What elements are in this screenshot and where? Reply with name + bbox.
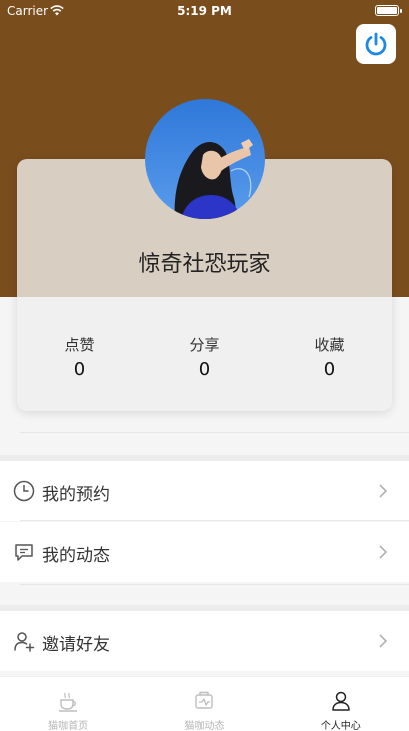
tab-label: 猫咖动态 bbox=[184, 721, 225, 731]
status-time: 5:19 PM bbox=[177, 4, 232, 18]
avatar[interactable] bbox=[145, 99, 265, 219]
menu-label: 我的动态 bbox=[42, 546, 110, 566]
divider bbox=[20, 584, 409, 585]
menu-item-invite-friends[interactable]: 邀请好友 bbox=[0, 611, 409, 671]
menu-label: 我的预约 bbox=[42, 485, 110, 505]
coffee-icon bbox=[59, 692, 78, 712]
add-user-icon bbox=[14, 632, 35, 652]
logout-button[interactable] bbox=[356, 24, 396, 64]
stat-likes[interactable]: 点赞 0 bbox=[17, 334, 142, 384]
tab-bar: 猫咖首页 猫咖动态 个人中心 bbox=[0, 676, 409, 731]
power-icon bbox=[365, 32, 387, 56]
menu-item-appointments[interactable]: 我的预约 bbox=[0, 461, 409, 521]
tab-home[interactable]: 猫咖首页 bbox=[0, 677, 136, 731]
username: 惊奇社恐玩家 bbox=[138, 252, 271, 277]
stat-favorites[interactable]: 收藏 0 bbox=[267, 334, 392, 384]
menu-label: 邀请好友 bbox=[42, 635, 110, 655]
status-bar: Carrier 5:19 PM bbox=[0, 0, 409, 22]
stat-value: 0 bbox=[323, 359, 336, 380]
activity-icon bbox=[195, 691, 214, 709]
divider bbox=[20, 520, 409, 521]
stat-label: 收藏 bbox=[314, 336, 345, 354]
tab-activity[interactable]: 猫咖动态 bbox=[136, 677, 272, 731]
tab-label: 个人中心 bbox=[320, 721, 361, 731]
stat-value: 0 bbox=[198, 359, 211, 380]
stat-label: 点赞 bbox=[64, 336, 95, 354]
stat-shares[interactable]: 分享 0 bbox=[142, 334, 267, 384]
chevron-right-icon bbox=[379, 484, 388, 498]
divider bbox=[20, 432, 409, 433]
message-icon bbox=[15, 544, 33, 561]
user-icon bbox=[332, 691, 350, 711]
clock-icon bbox=[13, 480, 35, 502]
tab-profile[interactable]: 个人中心 bbox=[273, 677, 409, 731]
tab-label: 猫咖首页 bbox=[48, 721, 89, 731]
stat-label: 分享 bbox=[189, 336, 220, 354]
stats-row: 点赞 0 分享 0 收藏 0 bbox=[17, 334, 392, 384]
battery-icon bbox=[375, 5, 402, 16]
chevron-right-icon bbox=[379, 634, 388, 648]
stat-value: 0 bbox=[73, 359, 86, 380]
menu-item-posts[interactable]: 我的动态 bbox=[0, 522, 409, 582]
avatar-photo bbox=[145, 99, 265, 219]
chevron-right-icon bbox=[379, 545, 388, 559]
